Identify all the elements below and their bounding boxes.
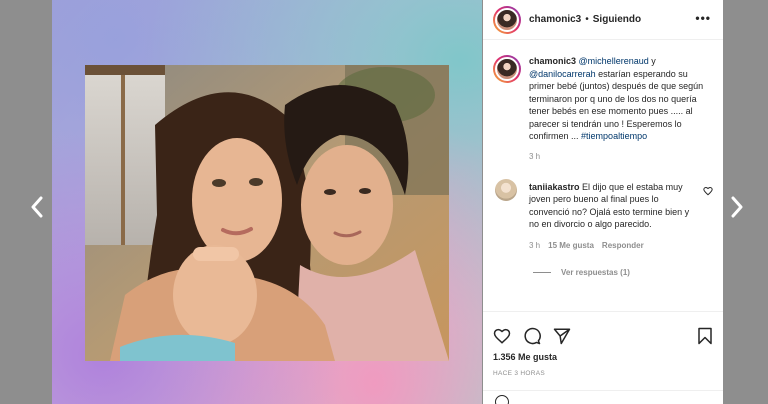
mention-link[interactable]: @michellerenaud	[579, 56, 649, 66]
reply-button[interactable]: Responder	[602, 241, 644, 250]
post-details-panel: chamonic3 • Siguiendo ••• chamonic3 @mic…	[483, 0, 723, 404]
smiley-icon[interactable]	[495, 395, 509, 404]
hashtag-link[interactable]: #tiempoaltiempo	[581, 131, 647, 141]
post-media[interactable]	[52, 0, 482, 404]
more-icon[interactable]: •••	[695, 12, 711, 24]
post-caption: chamonic3 @michellerenaud y @danilocarre…	[483, 41, 723, 161]
post-photo	[85, 65, 449, 361]
mention-link[interactable]: @danilocarrerah	[529, 69, 596, 79]
comment-icon[interactable]	[523, 327, 541, 345]
separator-dot: •	[585, 14, 589, 25]
post-actions: 1.356 Me gusta HACE 3 HORAS	[483, 311, 723, 404]
replies-divider	[533, 271, 551, 273]
post-header: chamonic3 • Siguiendo •••	[483, 0, 723, 40]
view-replies-button[interactable]: Ver respuestas (1)	[533, 268, 723, 277]
author-username[interactable]: chamonic3	[529, 14, 581, 25]
comment-item: taniiakastro El dijo que el estaba muy j…	[483, 161, 723, 250]
paper-plane-icon[interactable]	[553, 327, 571, 345]
comment-like-icon[interactable]	[703, 183, 713, 201]
caption-text: chamonic3 @michellerenaud y @danilocarre…	[529, 55, 713, 143]
bookmark-icon[interactable]	[697, 327, 713, 345]
caption-avatar[interactable]	[493, 55, 521, 83]
caption-username[interactable]: chamonic3	[529, 56, 576, 66]
post-timestamp: HACE 3 HORAS	[493, 370, 546, 377]
chevron-left-icon[interactable]	[30, 196, 44, 218]
caption-timestamp: 3 h	[529, 151, 541, 161]
caption-conjunction: y	[648, 56, 656, 66]
add-comment-bar[interactable]	[483, 390, 723, 404]
commenter-username[interactable]: taniiakastro	[529, 182, 580, 192]
likes-count[interactable]: 1.356 Me gusta	[483, 352, 723, 362]
following-button[interactable]: Siguiendo	[593, 14, 641, 25]
author-avatar[interactable]	[493, 5, 521, 34]
comment-text: taniiakastro El dijo que el estaba muy j…	[529, 181, 701, 231]
action-icons	[483, 312, 723, 350]
chevron-right-icon[interactable]	[730, 196, 744, 218]
comments-list[interactable]: chamonic3 @michellerenaud y @danilocarre…	[483, 41, 723, 311]
commenter-avatar[interactable]	[495, 178, 517, 201]
heart-icon[interactable]	[493, 327, 511, 345]
comment-meta: 3 h 15 Me gusta Responder	[529, 241, 701, 250]
comment-likes[interactable]: 15 Me gusta	[548, 241, 594, 250]
view-replies-label: Ver respuestas (1)	[561, 267, 630, 277]
comment-timestamp: 3 h	[529, 240, 541, 250]
